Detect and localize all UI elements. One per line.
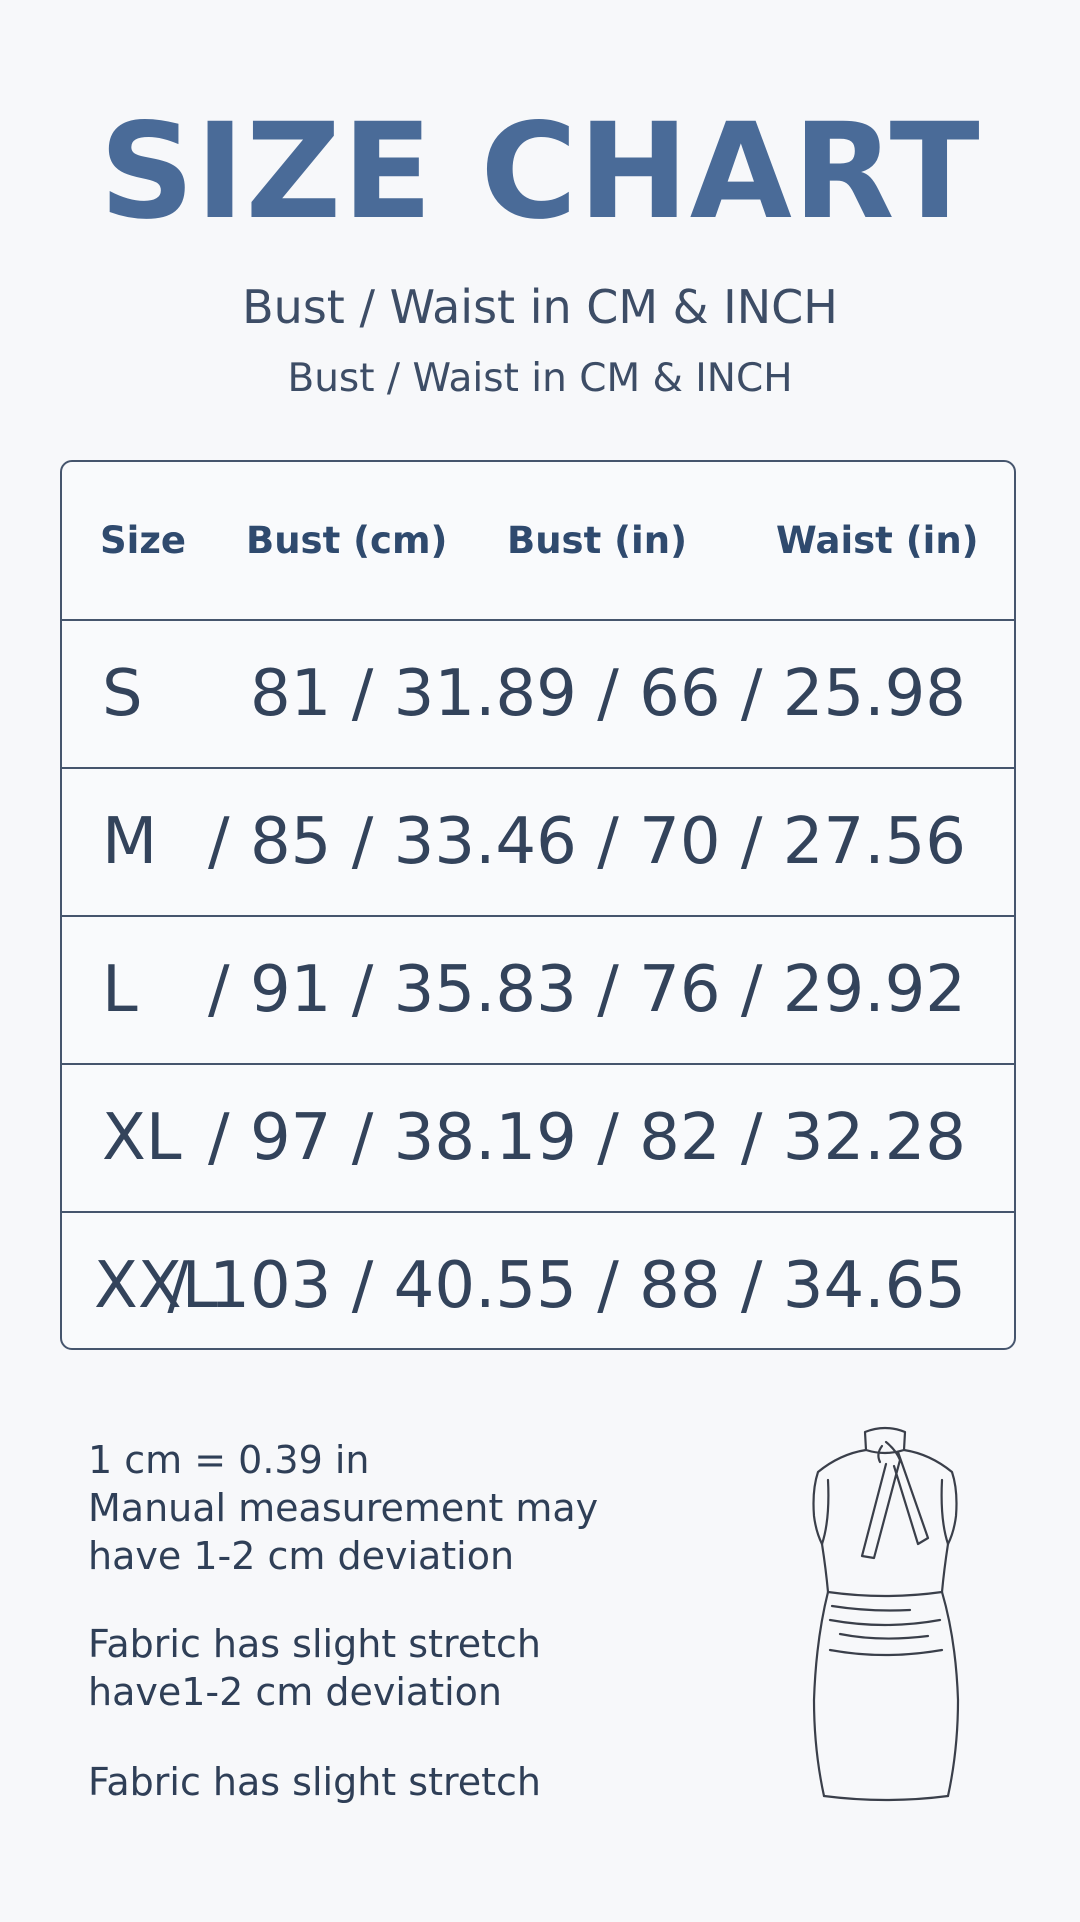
note-line: Fabric has slight stretch [88, 1622, 542, 1666]
table-row: M / 85 / 33.46 / 70 / 27.56 [62, 769, 1014, 917]
table-row: XL / 97 / 38.19 / 82 / 32.28 [62, 1065, 1014, 1213]
subtitle-primary: Bust / Waist in CM & INCH [242, 280, 838, 334]
note-line: Fabric has slight stretch [88, 1760, 542, 1804]
size-values: / 85 / 33.46 / 70 / 27.56 [208, 805, 966, 879]
table-header: Size Bust (cm) Bust (in) Waist (in) [62, 462, 1014, 621]
subtitle-secondary: Bust / Waist in CM & INCH [287, 356, 793, 401]
size-label: XL [102, 1101, 182, 1175]
table-row: L / 91 / 35.83 / 76 / 29.92 [62, 917, 1014, 1065]
size-label: L [102, 953, 138, 1027]
size-values: / 91 / 35.83 / 76 / 29.92 [208, 953, 966, 1027]
note-line: have1-2 cm deviation [88, 1670, 502, 1714]
table-row: XXL / 103 / 40.55 / 88 / 34.65 [62, 1213, 1014, 1348]
size-values: / 97 / 38.19 / 82 / 32.28 [208, 1101, 966, 1175]
header-bust-in: Bust (in) [507, 519, 687, 562]
table-row: S 81 / 31.89 / 66 / 25.98 [62, 621, 1014, 769]
notes-block: 1 cm = 0.39 in Manual measurement may ha… [88, 1436, 688, 1806]
size-label: S [102, 657, 143, 731]
dress-icon [812, 1426, 960, 1802]
size-table: Size Bust (cm) Bust (in) Waist (in) S 81… [60, 460, 1016, 1350]
header-size: Size [100, 519, 186, 562]
note-line: Manual measurement may [88, 1486, 599, 1530]
header-waist-in: Waist (in) [776, 519, 979, 562]
note-conversion: 1 cm = 0.39 in [88, 1438, 370, 1482]
note-line: have 1-2 cm deviation [88, 1534, 515, 1578]
size-values: / 103 / 40.55 / 88 / 34.65 [167, 1249, 966, 1323]
header-bust-cm: Bust (cm) [246, 519, 448, 562]
page-title: SIZE CHART [99, 95, 981, 249]
size-label: M [102, 805, 158, 879]
size-values: 81 / 31.89 / 66 / 25.98 [249, 657, 966, 731]
